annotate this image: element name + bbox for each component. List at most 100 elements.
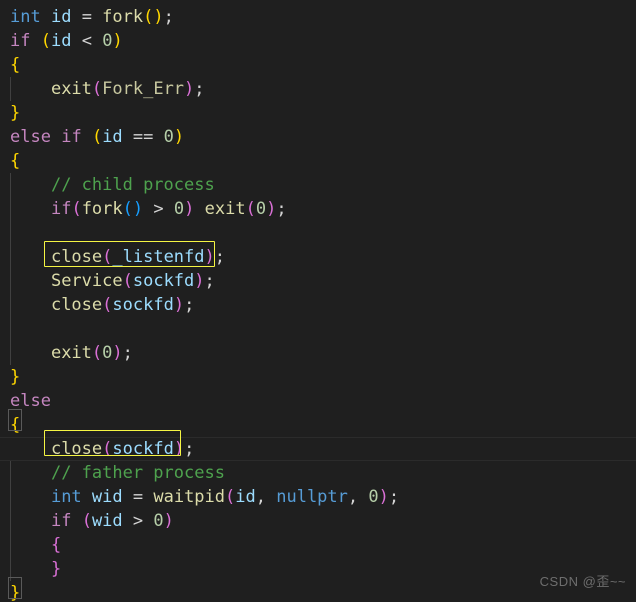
token-operator: =	[71, 7, 103, 27]
code-line-18[interactable]: {	[0, 413, 636, 437]
token-variable: _listenfd	[112, 247, 205, 267]
token-semicolon: ;	[194, 79, 205, 99]
code-line-1[interactable]: int id = fork();	[0, 5, 636, 29]
token-variable: wid	[91, 511, 123, 531]
token-semicolon: ;	[276, 199, 287, 219]
code-line-11[interactable]: close(_listenfd);	[0, 245, 636, 269]
code-line-8[interactable]: // child process	[0, 173, 636, 197]
token-paren-open: (	[71, 199, 82, 219]
token-number: 0	[153, 511, 164, 531]
token-paren-close: )	[204, 247, 215, 267]
token-number: 0	[102, 343, 113, 363]
token-function: waitpid	[153, 487, 226, 507]
token-number: 0	[163, 127, 174, 147]
token-paren-close: )	[163, 511, 174, 531]
token-keyword: int	[10, 7, 41, 27]
token-paren-open: (	[102, 295, 113, 315]
token-semicolon: ;	[122, 343, 133, 363]
token-paren-close: )	[378, 487, 389, 507]
token-paren-close-inner: )	[132, 199, 144, 219]
code-line-7[interactable]: {	[0, 149, 636, 173]
token-number: 0	[102, 31, 113, 51]
token-brace: {	[10, 415, 21, 435]
token-paren-close: )	[112, 31, 123, 51]
code-line-23[interactable]: {	[0, 533, 636, 557]
token-variable: id	[50, 31, 72, 51]
token-paren-close: )	[173, 127, 185, 147]
code-line-20[interactable]: // father process	[0, 461, 636, 485]
token-function: Service	[50, 271, 123, 291]
token-operator: =	[122, 487, 154, 507]
token-function: close	[50, 439, 103, 459]
code-line-17[interactable]: else	[0, 389, 636, 413]
code-line-2[interactable]: if (id < 0)	[0, 29, 636, 53]
token-control: else	[10, 391, 51, 411]
token-comma: ,	[255, 487, 277, 507]
code-editor[interactable]: int id = fork(); if (id < 0) { exit(Fork…	[0, 0, 636, 602]
token-paren-open: (	[91, 343, 103, 363]
token-operator: <	[71, 31, 103, 51]
token-semicolon: ;	[163, 7, 174, 27]
token-variable: id	[50, 7, 72, 27]
code-line-5[interactable]: }	[0, 101, 636, 125]
token-control: if	[50, 199, 72, 219]
token-number: 0	[173, 199, 185, 219]
code-line-16[interactable]: }	[0, 365, 636, 389]
token-paren-close: )	[112, 343, 123, 363]
token-function: exit	[50, 79, 92, 99]
code-line-13[interactable]: close(sockfd);	[0, 293, 636, 317]
token-function: close	[50, 295, 103, 315]
token-semicolon: ;	[184, 439, 195, 459]
token-paren-open: (	[143, 7, 154, 27]
token-brace: {	[10, 151, 21, 171]
code-line-22[interactable]: if (wid > 0)	[0, 509, 636, 533]
code-line-4[interactable]: exit(Fork_Err);	[0, 77, 636, 101]
token-paren-close: )	[173, 439, 185, 459]
token-semicolon: ;	[204, 271, 215, 291]
code-line-21[interactable]: int wid = waitpid(id, nullptr, 0);	[0, 485, 636, 509]
token-comment: // child process	[50, 175, 215, 195]
token-brace: }	[10, 367, 21, 387]
token-paren-open: (	[225, 487, 236, 507]
token-paren-close: )	[173, 295, 185, 315]
token-variable: sockfd	[132, 271, 195, 291]
token-number: 0	[368, 487, 379, 507]
code-line-19-current[interactable]: close(sockfd);	[0, 437, 636, 461]
code-lines[interactable]: int id = fork(); if (id < 0) { exit(Fork…	[0, 5, 636, 602]
code-line-6[interactable]: else if (id == 0)	[0, 125, 636, 149]
token-function: exit	[50, 343, 92, 363]
token-paren-close: )	[153, 7, 164, 27]
token-number-arg: 0	[255, 199, 267, 219]
token-paren-open: (	[102, 439, 113, 459]
token-brace: {	[10, 55, 21, 75]
token-variable: wid	[91, 487, 123, 507]
code-line-12[interactable]: Service(sockfd);	[0, 269, 636, 293]
token-arg-nullptr: nullptr	[276, 487, 348, 507]
code-line-14-blank[interactable]	[0, 317, 636, 341]
code-line-9[interactable]: if(fork() > 0) exit(0);	[0, 197, 636, 221]
code-line-10-blank[interactable]	[0, 221, 636, 245]
token-keyword: int	[50, 487, 82, 507]
code-line-3[interactable]: {	[0, 53, 636, 77]
code-line-15[interactable]: exit(0);	[0, 341, 636, 365]
token-operator: >	[122, 511, 154, 531]
token-paren-open: (	[91, 127, 103, 147]
token-brace: }	[10, 583, 21, 602]
token-paren-open: (	[40, 31, 51, 51]
token-brace: }	[10, 103, 21, 123]
